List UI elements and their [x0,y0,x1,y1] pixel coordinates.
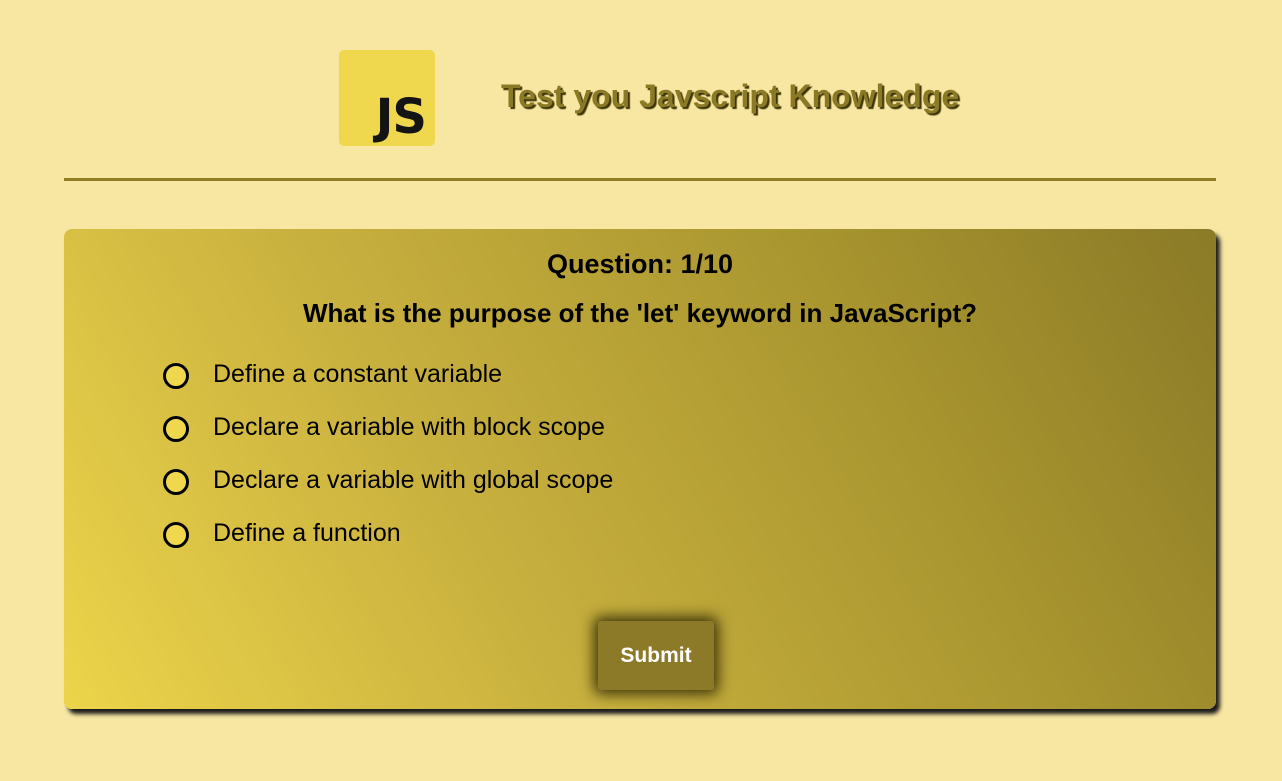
answer-option-label[interactable]: Declare a variable with block scope [213,412,605,442]
answer-option-label[interactable]: Define a constant variable [213,359,502,389]
radio-button[interactable] [163,416,189,442]
answer-option-4[interactable]: Define a function [163,518,613,571]
logo-text: JS [375,89,427,145]
answer-option-1[interactable]: Define a constant variable [163,359,613,412]
answer-options: Define a constant variable Declare a var… [163,359,613,571]
javascript-logo: JS [339,50,435,146]
answer-option-label[interactable]: Declare a variable with global scope [213,465,613,495]
question-text: What is the purpose of the 'let' keyword… [302,298,978,328]
page-title: Test you Javscript Knowledge [501,78,960,114]
radio-button[interactable] [163,469,189,495]
radio-button[interactable] [163,522,189,548]
answer-option-2[interactable]: Declare a variable with block scope [163,412,613,465]
submit-button[interactable]: Submit [598,621,714,690]
answer-option-3[interactable]: Declare a variable with global scope [163,465,613,518]
question-counter: Question: 1/10 [546,249,734,279]
header-divider [64,178,1216,181]
quiz-card: Question: 1/10 What is the purpose of th… [64,229,1216,709]
answer-option-label[interactable]: Define a function [213,518,401,548]
page-header: JS Test you Javscript Knowledge [0,0,1282,180]
radio-button[interactable] [163,363,189,389]
